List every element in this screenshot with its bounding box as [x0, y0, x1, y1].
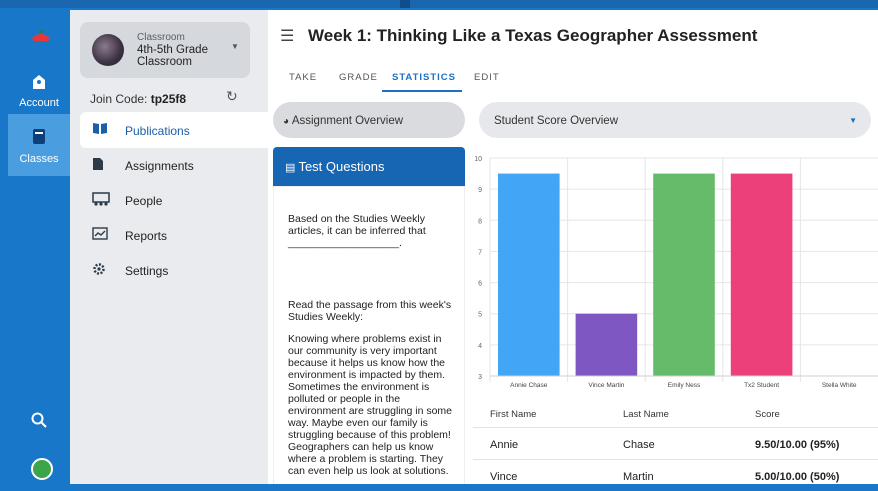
cell-first-name: Vince: [490, 471, 518, 483]
assignment-overview-button[interactable]: ◕ Assignment Overview: [273, 102, 465, 138]
nav-label: Settings: [125, 264, 169, 278]
x-tick-label: Annie Chase: [510, 382, 548, 389]
nav-label: Publications: [125, 124, 190, 138]
screen: Account Classes Classroom 4th-5th Grade …: [0, 0, 878, 491]
test-questions-title: Test Questions: [298, 159, 385, 174]
rail-account[interactable]: Account: [8, 72, 70, 116]
x-tick-label: Stella White: [822, 382, 857, 389]
question-2-passage: Knowing where problems exist in our comm…: [288, 333, 453, 477]
nav-item-publications[interactable]: Publications: [80, 112, 268, 148]
search-icon[interactable]: [8, 412, 70, 433]
x-tick-label: Tx2 Student: [744, 382, 779, 389]
cell-last-name: Martin: [623, 471, 654, 483]
refresh-icon[interactable]: ↻: [226, 88, 238, 105]
main-content: ☰ Week 1: Thinking Like a Texas Geograph…: [268, 10, 878, 484]
join-code-label: Join Code:: [90, 92, 151, 106]
class-name: 4th-5th Grade Classroom: [137, 44, 208, 68]
join-code-value: tp25f8: [150, 92, 187, 106]
tab-statistics[interactable]: STATISTICS: [392, 72, 456, 83]
x-tick-label: Vince Martin: [588, 382, 624, 389]
class-panel: Classroom 4th-5th Grade Classroom ▼ Join…: [70, 10, 268, 484]
table-row[interactable]: Vince Martin 5.00/10.00 (50%): [473, 460, 878, 484]
test-questions-header: ▤ Test Questions: [273, 147, 465, 186]
app-window: Account Classes Classroom 4th-5th Grade …: [8, 10, 878, 484]
dropdown-arrow-icon: ▼: [849, 116, 857, 125]
table-header-row: First Name Last Name Score: [473, 402, 878, 428]
score-overview-select[interactable]: Student Score Overview ▼: [479, 102, 871, 138]
nav-item-people[interactable]: People: [80, 182, 268, 218]
tab-grade[interactable]: GRADE: [339, 72, 378, 83]
chart-svg: 3 4 5 6 7 8 9 10 Annie Chase Vince Martin Emily Ne…: [474, 156, 878, 389]
y-tick-label: 9: [478, 187, 482, 194]
class-selector[interactable]: Classroom 4th-5th Grade Classroom ▼: [80, 22, 250, 78]
score-overview-value: Student Score Overview: [494, 115, 619, 127]
left-rail: Account Classes: [8, 10, 70, 484]
y-tick-label: 10: [474, 156, 482, 163]
class-small-label: Classroom: [137, 32, 185, 43]
window-notch: [400, 0, 410, 8]
rail-classes[interactable]: Classes: [8, 114, 70, 176]
bar: [653, 173, 715, 376]
question-1: Based on the Studies Weekly articles, it…: [288, 213, 426, 249]
list-icon: ▤: [285, 162, 299, 174]
cell-last-name: Chase: [623, 439, 655, 451]
page-title: Week 1: Thinking Like a Texas Geographer…: [308, 26, 758, 45]
col-score: Score: [755, 409, 780, 420]
y-tick-label: 6: [478, 281, 482, 288]
score-table: First Name Last Name Score Annie Chase 9…: [473, 402, 878, 484]
y-tick-label: 4: [478, 343, 482, 350]
y-tick-label: 8: [478, 218, 482, 225]
y-tick-label: 3: [478, 374, 482, 381]
bar: [498, 173, 560, 376]
rail-account-label: Account: [19, 97, 59, 109]
chart-icon: [92, 227, 108, 243]
test-questions-panel[interactable]: Based on the Studies Weekly articles, it…: [273, 186, 465, 484]
user-avatar-icon[interactable]: [31, 458, 53, 480]
col-last-name: Last Name: [623, 409, 669, 420]
apple-logo-icon[interactable]: [30, 30, 52, 42]
cell-score: 9.50/10.00 (95%): [755, 439, 840, 451]
x-tick-label: Emily Ness: [668, 382, 701, 389]
join-code: Join Code: tp25f8: [90, 92, 186, 106]
classes-icon: [8, 128, 70, 149]
caret-down-icon: ▼: [231, 42, 239, 51]
cell-score: 5.00/10.00 (50%): [755, 471, 840, 483]
people-icon: [92, 192, 110, 209]
question-2: Read the passage from this week's Studie…: [288, 299, 452, 323]
nav-item-reports[interactable]: Reports: [80, 217, 268, 253]
menu-icon[interactable]: ☰: [280, 26, 294, 46]
nav-label: People: [125, 194, 163, 208]
cell-first-name: Annie: [490, 439, 519, 451]
nav-label: Assignments: [125, 159, 194, 173]
nav-item-assignments[interactable]: Assignments: [80, 147, 268, 183]
nav-item-settings[interactable]: Settings: [80, 252, 268, 288]
rail-classes-label: Classes: [19, 153, 59, 165]
book-icon: [92, 122, 108, 138]
table-row[interactable]: Annie Chase 9.50/10.00 (95%): [473, 428, 878, 460]
y-tick-label: 7: [478, 249, 482, 256]
class-avatar: [92, 34, 124, 66]
gear-icon: [92, 262, 106, 279]
bar: [730, 173, 793, 376]
nav-label: Reports: [125, 229, 168, 243]
top-strip: [0, 0, 878, 8]
tab-take[interactable]: TAKE: [289, 72, 317, 83]
assignment-overview-label: Assignment Overview: [291, 115, 404, 127]
y-tick-label: 5: [478, 312, 482, 319]
active-tab-indicator: [382, 90, 462, 92]
tab-edit[interactable]: EDIT: [474, 72, 500, 83]
pie-chart-icon: ◕: [283, 116, 292, 127]
col-first-name: First Name: [490, 409, 537, 420]
bar: [575, 313, 638, 376]
score-bar-chart: 3 4 5 6 7 8 9 10 Annie Chase Vince Martin Emily Ne…: [468, 148, 878, 398]
document-icon: [92, 157, 104, 174]
account-icon: [8, 72, 70, 93]
